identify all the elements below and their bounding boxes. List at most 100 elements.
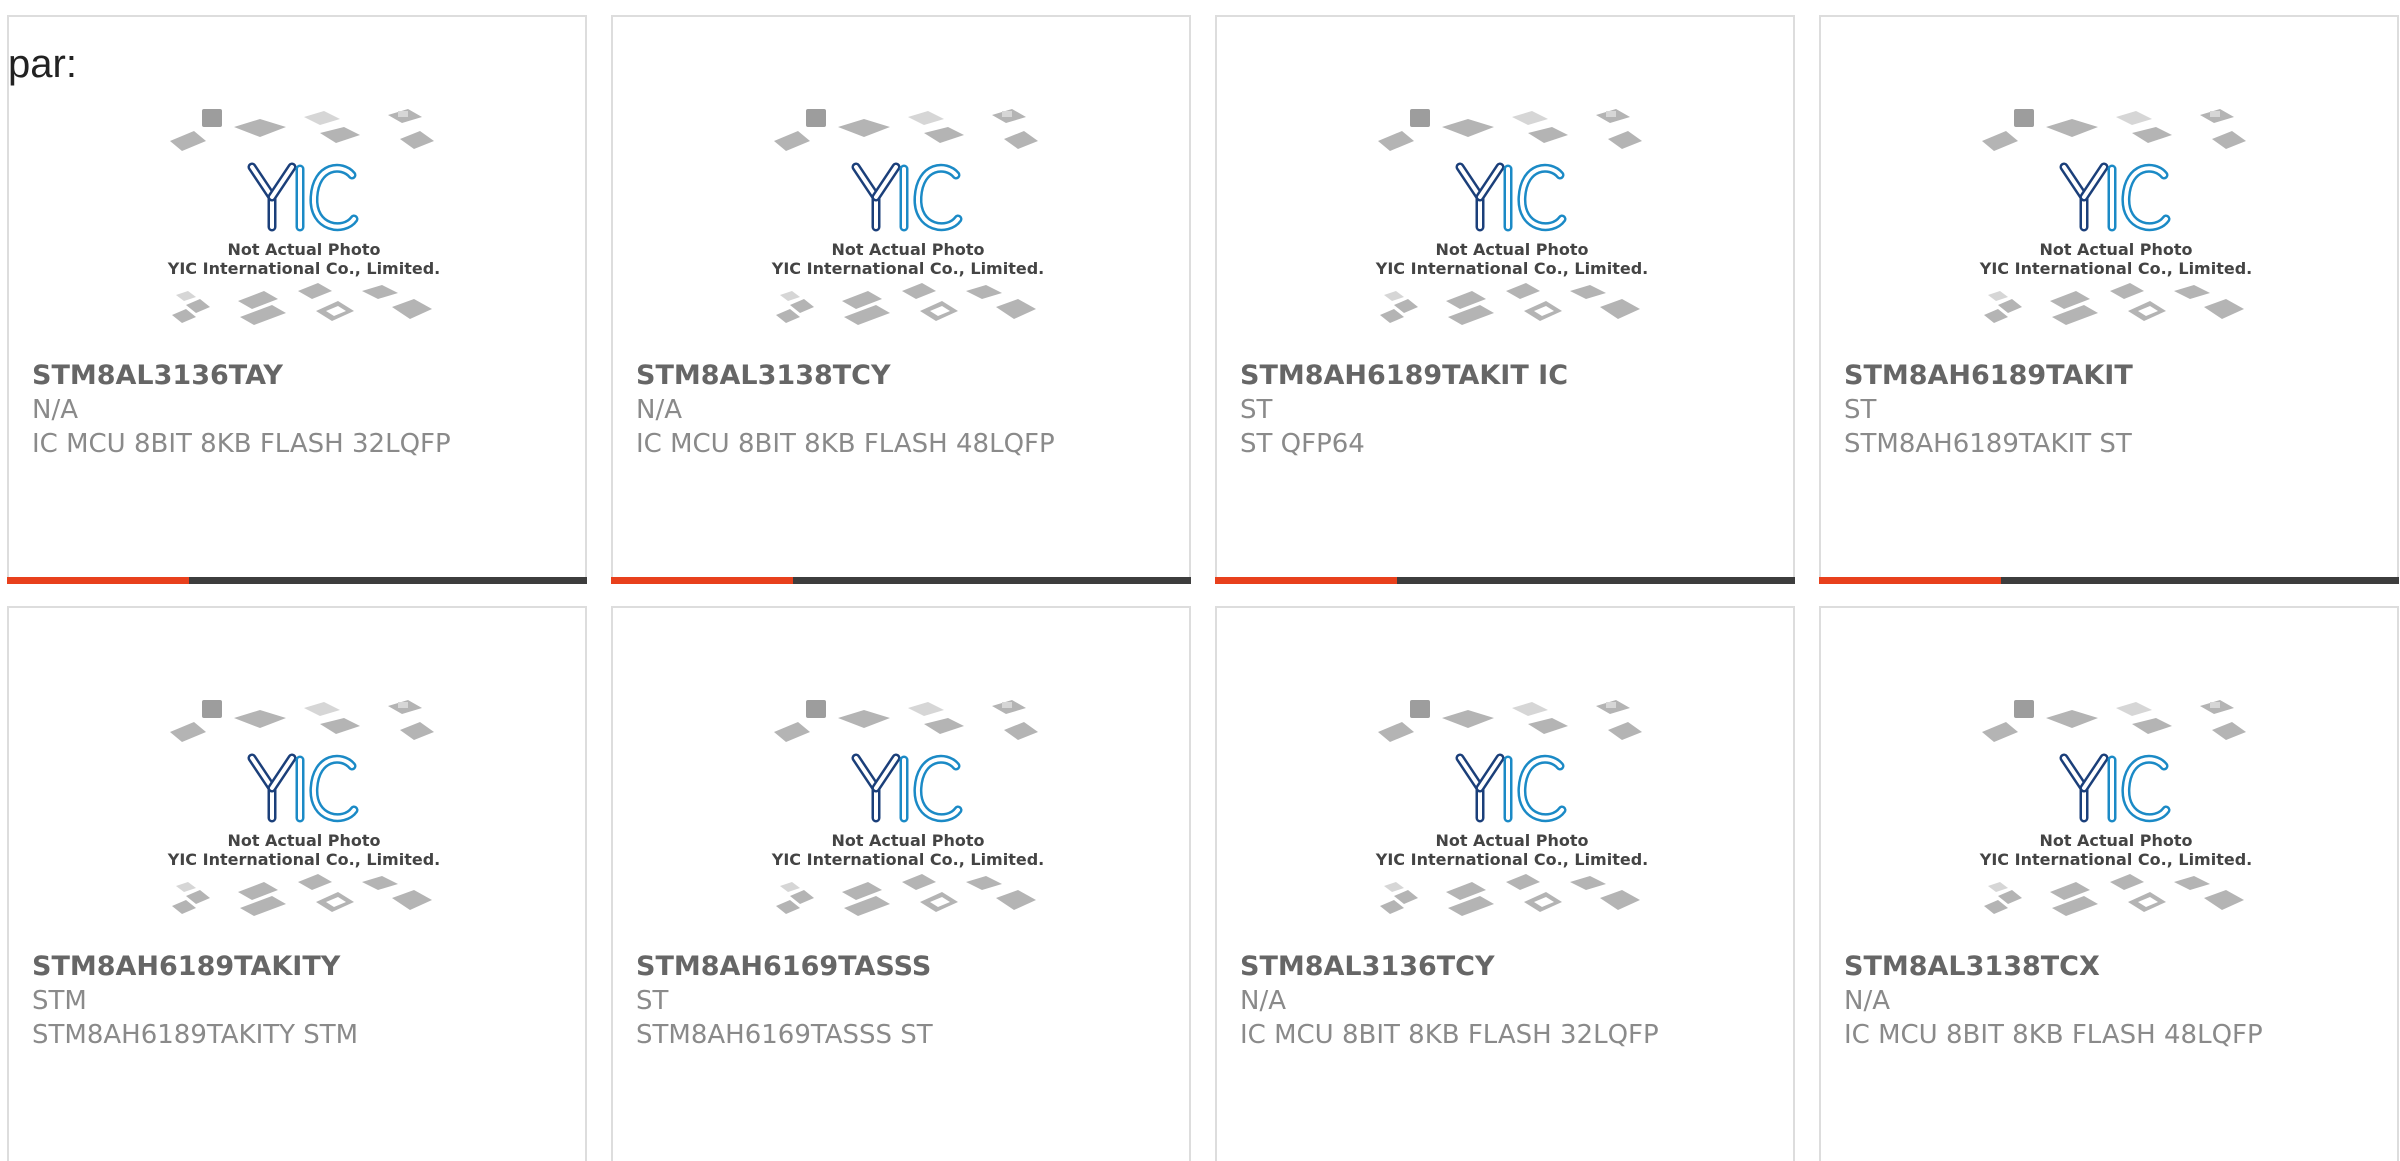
- product-thumbnail: Not Actual Photo YIC International Co., …: [1979, 700, 2252, 916]
- manufacturer: ST: [1844, 395, 1877, 425]
- chip-icons-top: [774, 109, 1038, 151]
- description: STM8AH6169TASSS ST: [636, 1020, 933, 1050]
- card-footer-rest: [2001, 577, 2399, 584]
- yic-logo: [247, 162, 359, 232]
- product-thumbnail: Not Actual Photo YIC International Co., …: [167, 109, 440, 325]
- product-grid: Not Actual Photo YIC International Co., …: [7, 15, 2400, 1161]
- product-info: STM8AL3138TCX N/A IC MCU 8BIT 8KB FLASH …: [1844, 950, 2387, 1052]
- chip-icons-bottom: [776, 874, 1036, 916]
- card-footer-bar: [1215, 577, 1795, 584]
- description: IC MCU 8BIT 8KB FLASH 48LQFP: [1844, 1020, 2263, 1050]
- description: IC MCU 8BIT 8KB FLASH 32LQFP: [1240, 1020, 1659, 1050]
- product-thumbnail: Not Actual Photo YIC International Co., …: [771, 700, 1044, 916]
- thumbnail-caption-2: YIC International Co., Limited.: [167, 259, 440, 278]
- description: IC MCU 8BIT 8KB FLASH 32LQFP: [32, 429, 451, 459]
- card-footer-rest: [189, 577, 587, 584]
- card-footer-accent: [7, 577, 189, 584]
- chip-icons-bottom: [1984, 874, 2244, 916]
- product-thumbnail: Not Actual Photo YIC International Co., …: [1375, 700, 1648, 916]
- manufacturer: N/A: [1240, 986, 1286, 1016]
- chip-icons-top: [1378, 700, 1642, 742]
- product-card-6[interactable]: Not Actual Photo YIC International Co., …: [611, 606, 1191, 1161]
- manufacturer: ST: [1240, 395, 1273, 425]
- product-card-1[interactable]: Not Actual Photo YIC International Co., …: [7, 15, 587, 584]
- thumbnail-caption-2: YIC International Co., Limited.: [167, 850, 440, 869]
- chip-icons-top: [1982, 700, 2246, 742]
- chip-icons-top: [1982, 109, 2246, 151]
- part-number[interactable]: STM8AH6189TAKIT: [1844, 359, 2387, 393]
- thumbnail-caption-1: Not Actual Photo: [227, 240, 380, 259]
- description: STM8AH6189TAKIT ST: [1844, 429, 2132, 459]
- part-number[interactable]: STM8AL3138TCX: [1844, 950, 2387, 984]
- part-number[interactable]: STM8AL3136TCY: [1240, 950, 1783, 984]
- yic-logo: [2059, 162, 2171, 232]
- thumbnail-caption-1: Not Actual Photo: [227, 831, 380, 850]
- card-footer-rest: [1397, 577, 1795, 584]
- product-card-4[interactable]: Not Actual Photo YIC International Co., …: [1819, 15, 2399, 584]
- product-info: STM8AH6189TAKIT ST STM8AH6189TAKIT ST: [1844, 359, 2387, 461]
- card-footer-accent: [1215, 577, 1397, 584]
- product-grid-page: par: Not Actual Photo YIC International …: [0, 0, 2400, 1161]
- card-footer-bar: [7, 577, 587, 584]
- manufacturer: N/A: [32, 395, 78, 425]
- chip-icons-top: [170, 700, 434, 742]
- page-heading: par:: [8, 42, 77, 86]
- manufacturer: N/A: [1844, 986, 1890, 1016]
- thumbnail-caption-2: YIC International Co., Limited.: [771, 850, 1044, 869]
- description: IC MCU 8BIT 8KB FLASH 48LQFP: [636, 429, 1055, 459]
- part-number[interactable]: STM8AL3136TAY: [32, 359, 575, 393]
- part-number[interactable]: STM8AL3138TCY: [636, 359, 1179, 393]
- chip-icons-bottom: [1984, 283, 2244, 325]
- description: ST QFP64: [1240, 429, 1365, 459]
- yic-logo: [851, 753, 963, 823]
- product-info: STM8AL3136TCY N/A IC MCU 8BIT 8KB FLASH …: [1240, 950, 1783, 1052]
- thumbnail-caption-2: YIC International Co., Limited.: [1375, 850, 1648, 869]
- manufacturer: ST: [636, 986, 669, 1016]
- product-card-7[interactable]: Not Actual Photo YIC International Co., …: [1215, 606, 1795, 1161]
- thumbnail-caption-2: YIC International Co., Limited.: [1979, 259, 2252, 278]
- chip-icons-bottom: [1380, 283, 1640, 325]
- yic-logo: [247, 753, 359, 823]
- product-thumbnail: Not Actual Photo YIC International Co., …: [771, 109, 1044, 325]
- chip-icons-bottom: [172, 874, 432, 916]
- product-card-3[interactable]: Not Actual Photo YIC International Co., …: [1215, 15, 1795, 584]
- manufacturer: N/A: [636, 395, 682, 425]
- product-info: STM8AH6189TAKIT IC ST ST QFP64: [1240, 359, 1783, 461]
- yic-logo: [851, 162, 963, 232]
- card-footer-bar: [1819, 577, 2399, 584]
- thumbnail-caption-2: YIC International Co., Limited.: [771, 259, 1044, 278]
- product-card-2[interactable]: Not Actual Photo YIC International Co., …: [611, 15, 1191, 584]
- product-info: STM8AL3136TAY N/A IC MCU 8BIT 8KB FLASH …: [32, 359, 575, 461]
- chip-icons-bottom: [776, 283, 1036, 325]
- part-number[interactable]: STM8AH6189TAKITY: [32, 950, 575, 984]
- chip-icons-top: [774, 700, 1038, 742]
- chip-icons-top: [170, 109, 434, 151]
- thumbnail-caption-1: Not Actual Photo: [2039, 240, 2192, 259]
- thumbnail-caption-1: Not Actual Photo: [831, 240, 984, 259]
- product-thumbnail: Not Actual Photo YIC International Co., …: [1375, 109, 1648, 325]
- card-footer-accent: [1819, 577, 2001, 584]
- thumbnail-caption-1: Not Actual Photo: [831, 831, 984, 850]
- part-number[interactable]: STM8AH6169TASSS: [636, 950, 1179, 984]
- thumbnail-caption-2: YIC International Co., Limited.: [1375, 259, 1648, 278]
- yic-logo: [1455, 162, 1567, 232]
- card-footer-accent: [611, 577, 793, 584]
- thumbnail-caption-1: Not Actual Photo: [1435, 831, 1588, 850]
- chip-icons-bottom: [1380, 874, 1640, 916]
- thumbnail-caption-2: YIC International Co., Limited.: [1979, 850, 2252, 869]
- product-info: STM8AL3138TCY N/A IC MCU 8BIT 8KB FLASH …: [636, 359, 1179, 461]
- card-footer-bar: [611, 577, 1191, 584]
- product-card-5[interactable]: Not Actual Photo YIC International Co., …: [7, 606, 587, 1161]
- thumbnail-caption-1: Not Actual Photo: [1435, 240, 1588, 259]
- product-thumbnail: Not Actual Photo YIC International Co., …: [1979, 109, 2252, 325]
- yic-logo: [2059, 753, 2171, 823]
- chip-icons-top: [1378, 109, 1642, 151]
- part-number[interactable]: STM8AH6189TAKIT IC: [1240, 359, 1783, 393]
- thumbnail-caption-1: Not Actual Photo: [2039, 831, 2192, 850]
- product-thumbnail: Not Actual Photo YIC International Co., …: [167, 700, 440, 916]
- product-card-8[interactable]: Not Actual Photo YIC International Co., …: [1819, 606, 2399, 1161]
- description: STM8AH6189TAKITY STM: [32, 1020, 359, 1050]
- card-footer-rest: [793, 577, 1191, 584]
- yic-logo: [1455, 753, 1567, 823]
- product-info: STM8AH6169TASSS ST STM8AH6169TASSS ST: [636, 950, 1179, 1052]
